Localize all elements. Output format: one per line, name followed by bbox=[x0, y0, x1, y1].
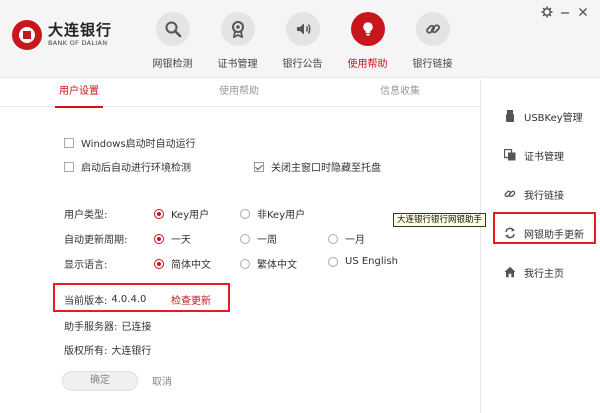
radio-week[interactable]: 一周 bbox=[240, 231, 277, 246]
version-label: 当前版本: bbox=[64, 296, 108, 307]
sidebar-item-usbkey[interactable]: USBKey管理 bbox=[482, 101, 600, 131]
check-update-link[interactable]: 检查更新 bbox=[171, 292, 211, 307]
user-type-label: 用户类型: bbox=[64, 210, 108, 221]
app-window: 大连银行 BANK OF DALIAN 网银检测 证书管理 银行公告 使用帮助 … bbox=[0, 0, 600, 413]
nav-item-bank-notice[interactable]: 银行公告 bbox=[270, 12, 335, 70]
home-icon bbox=[504, 266, 516, 278]
link-icon bbox=[415, 12, 450, 46]
radio-label: 繁体中文 bbox=[257, 260, 297, 271]
bank-name-cn: 大连银行 bbox=[48, 21, 113, 39]
radio-non-key-user[interactable]: 非Key用户 bbox=[240, 206, 305, 221]
tray-checkbox[interactable] bbox=[254, 161, 264, 172]
nav-item-usage-help[interactable]: 使用帮助 bbox=[335, 12, 400, 70]
minimize-icon[interactable] bbox=[556, 5, 574, 19]
radio-button[interactable] bbox=[240, 258, 250, 269]
sidebar-item-label: 我行主页 bbox=[524, 268, 564, 280]
settings-panel: 用户设置 使用帮助 信息收集 bbox=[0, 79, 481, 413]
radio-day[interactable]: 一天 bbox=[154, 231, 191, 246]
magnifier-icon bbox=[155, 12, 190, 46]
radio-label: 一月 bbox=[345, 235, 365, 246]
nav-label: 证书管理 bbox=[217, 59, 258, 70]
radio-button[interactable] bbox=[328, 233, 338, 244]
server-label: 助手服务器: bbox=[64, 322, 118, 333]
speaker-icon bbox=[285, 12, 320, 46]
copyright-label: 版权所有: bbox=[64, 346, 108, 357]
radio-button[interactable] bbox=[154, 208, 164, 219]
sidebar-highlight-box bbox=[493, 212, 596, 244]
copyright-value: 大连银行 bbox=[111, 346, 152, 357]
sidebar-item-label: 证书管理 bbox=[524, 151, 564, 163]
checkbox-env-check-row[interactable]: 启动后自动进行环境检测 bbox=[64, 159, 191, 174]
lightbulb-icon bbox=[350, 12, 385, 46]
usbkey-icon bbox=[504, 110, 516, 122]
radio-label: 一天 bbox=[171, 235, 191, 246]
radio-button[interactable] bbox=[154, 233, 164, 244]
language-label: 显示语言: bbox=[64, 260, 108, 271]
close-icon[interactable] bbox=[574, 5, 592, 19]
ok-button[interactable]: 确定 bbox=[62, 371, 138, 391]
radio-button[interactable] bbox=[328, 256, 338, 267]
copyright-row: 版权所有: 大连银行 bbox=[64, 342, 151, 357]
top-nav: 网银检测 证书管理 银行公告 使用帮助 银行链接 bbox=[140, 12, 465, 70]
radio-simplified-chinese[interactable]: 简体中文 bbox=[154, 256, 211, 271]
radio-month[interactable]: 一月 bbox=[328, 231, 365, 246]
window-controls bbox=[538, 5, 592, 19]
tab-user-settings[interactable]: 用户设置 bbox=[55, 79, 103, 108]
sidebar-item-label: 我行链接 bbox=[524, 190, 564, 202]
cancel-button[interactable]: 取消 bbox=[152, 373, 172, 388]
nav-label: 银行公告 bbox=[282, 59, 323, 70]
bank-logo-icon bbox=[12, 20, 42, 50]
nav-item-bank-link[interactable]: 银行链接 bbox=[400, 12, 465, 70]
server-status: 已连接 bbox=[121, 322, 152, 333]
right-sidebar: USBKey管理 证书管理 我行链接 网银助手更新 我行主页 bbox=[482, 79, 600, 413]
radio-button[interactable] bbox=[240, 233, 250, 244]
radio-label: US English bbox=[345, 256, 398, 267]
server-row: 助手服务器: 已连接 bbox=[64, 318, 151, 333]
autorun-label: Windows启动时自动运行 bbox=[81, 139, 196, 150]
nav-item-netbank-check[interactable]: 网银检测 bbox=[140, 12, 205, 70]
version-value: 4.0.4.0 bbox=[111, 294, 147, 305]
autorun-checkbox[interactable] bbox=[64, 137, 74, 148]
radio-button[interactable] bbox=[240, 208, 250, 219]
sidebar-item-cert[interactable]: 证书管理 bbox=[482, 140, 600, 170]
tab-info-collect[interactable]: 信息收集 bbox=[376, 79, 424, 107]
sidebar-item-home[interactable]: 我行主页 bbox=[482, 257, 600, 287]
nav-label: 网银检测 bbox=[152, 59, 193, 70]
radio-label: 一周 bbox=[257, 235, 277, 246]
gear-icon[interactable] bbox=[538, 5, 556, 19]
radio-key-user[interactable]: Key用户 bbox=[154, 206, 209, 221]
radio-label: 非Key用户 bbox=[257, 210, 306, 221]
tab-usage-help[interactable]: 使用帮助 bbox=[215, 79, 263, 107]
radio-label: Key用户 bbox=[171, 210, 210, 221]
update-cycle-label: 自动更新周期: bbox=[64, 235, 128, 246]
env-check-checkbox[interactable] bbox=[64, 161, 74, 172]
nav-item-cert-manage[interactable]: 证书管理 bbox=[205, 12, 270, 70]
certificate-icon bbox=[504, 149, 516, 161]
radio-traditional-chinese[interactable]: 繁体中文 bbox=[240, 256, 297, 271]
checkbox-autorun-row[interactable]: Windows启动时自动运行 bbox=[64, 135, 196, 150]
bank-logo: 大连银行 BANK OF DALIAN bbox=[12, 20, 112, 50]
sidebar-item-label: USBKey管理 bbox=[524, 112, 583, 124]
sidebar-item-bank-link[interactable]: 我行链接 bbox=[482, 179, 600, 209]
header: 大连银行 BANK OF DALIAN 网银检测 证书管理 银行公告 使用帮助 … bbox=[0, 0, 600, 78]
nav-label: 银行链接 bbox=[412, 59, 453, 70]
certificate-icon bbox=[220, 12, 255, 46]
tooltip: 大连银行银行网银助手 bbox=[393, 213, 487, 227]
radio-label: 简体中文 bbox=[171, 260, 211, 271]
nav-label: 使用帮助 bbox=[347, 59, 388, 70]
bank-name-en: BANK OF DALIAN bbox=[48, 39, 108, 47]
env-check-label: 启动后自动进行环境检测 bbox=[81, 163, 191, 174]
link-icon bbox=[504, 188, 516, 200]
radio-us-english[interactable]: US English bbox=[328, 256, 398, 267]
version-row: 当前版本: 4.0.4.0 bbox=[64, 292, 146, 307]
tray-label: 关闭主窗口时隐藏至托盘 bbox=[271, 163, 381, 174]
radio-button[interactable] bbox=[154, 258, 164, 269]
checkbox-tray-row[interactable]: 关闭主窗口时隐藏至托盘 bbox=[254, 159, 381, 174]
tab-bar: 用户设置 使用帮助 信息收集 bbox=[0, 79, 481, 108]
